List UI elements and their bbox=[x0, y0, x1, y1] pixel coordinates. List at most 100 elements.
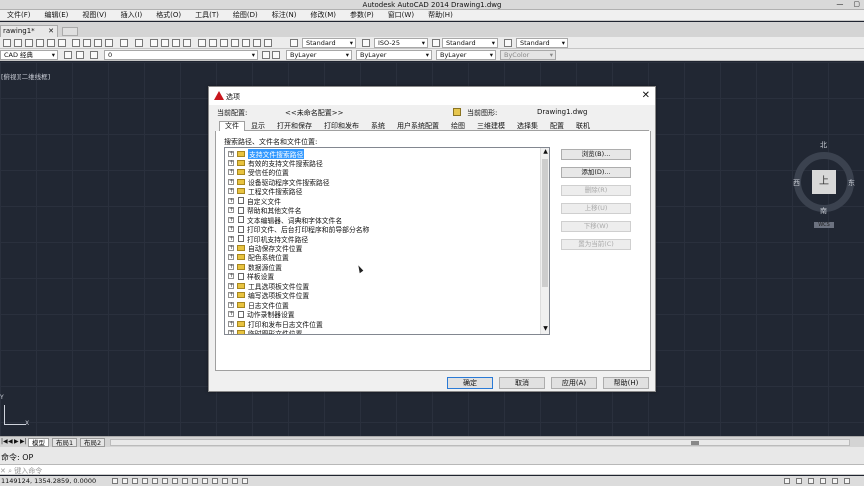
expand-icon[interactable]: + bbox=[228, 245, 234, 251]
tab-3d-modeling[interactable]: 三维建模 bbox=[471, 121, 511, 131]
tree-item[interactable]: + 动作录制器设置 bbox=[225, 310, 541, 319]
expand-icon[interactable]: + bbox=[228, 320, 234, 327]
viewcube-top-face[interactable]: 上 bbox=[812, 170, 836, 194]
expand-icon[interactable]: + bbox=[228, 254, 234, 261]
multileader-style-dropdown[interactable]: Standard ▾ bbox=[516, 38, 568, 48]
document-tab[interactable]: rawing1* ✕ bbox=[0, 25, 58, 37]
tab-model[interactable]: 模型 bbox=[28, 438, 49, 447]
selection-cycling-icon[interactable] bbox=[242, 478, 248, 484]
tree-item[interactable]: + 编写选项板文件位置 bbox=[225, 291, 541, 300]
expand-icon[interactable]: + bbox=[228, 273, 234, 280]
paste-icon[interactable] bbox=[94, 39, 102, 47]
cut-icon[interactable] bbox=[72, 39, 80, 47]
help-icon[interactable] bbox=[264, 39, 272, 47]
expand-icon[interactable]: + bbox=[228, 226, 234, 233]
design-center-icon[interactable] bbox=[209, 39, 217, 47]
expand-icon[interactable]: + bbox=[228, 216, 234, 223]
tab-drafting[interactable]: 绘图 bbox=[445, 121, 471, 131]
expand-icon[interactable]: + bbox=[228, 263, 234, 270]
quick-properties-icon[interactable] bbox=[232, 478, 238, 484]
grid-icon[interactable] bbox=[132, 478, 138, 484]
cancel-button[interactable]: 取消 bbox=[499, 377, 545, 389]
last-layout-button[interactable]: ▶| bbox=[20, 438, 27, 445]
tab-plot-publish[interactable]: 打印和发布 bbox=[318, 121, 365, 131]
coordinates-readout[interactable]: 1149124, 1354.2859, 0.0000 bbox=[1, 477, 96, 485]
expand-icon[interactable]: + bbox=[228, 150, 234, 157]
save-icon[interactable] bbox=[25, 39, 33, 47]
next-layout-button[interactable]: ▶ bbox=[14, 438, 19, 445]
tree-item[interactable]: + 打印机支持文件路径 bbox=[225, 234, 541, 244]
tree-item[interactable]: + 样板设置 bbox=[225, 272, 541, 281]
tree-item[interactable]: + 打印和发布日志文件位置 bbox=[225, 319, 541, 329]
tree-item[interactable]: + 打印文件、后台打印程序和前导部分名称 bbox=[225, 225, 541, 234]
plot-icon[interactable] bbox=[36, 39, 44, 47]
expand-icon[interactable]: + bbox=[228, 301, 234, 308]
expand-icon[interactable]: + bbox=[228, 330, 234, 334]
tab-selection[interactable]: 选择集 bbox=[511, 121, 544, 131]
table-style-dropdown[interactable]: Standard ▾ bbox=[442, 38, 498, 48]
osnap-icon[interactable] bbox=[162, 478, 168, 484]
otrack-icon[interactable] bbox=[182, 478, 188, 484]
scroll-thumb[interactable] bbox=[691, 441, 699, 445]
viewcube[interactable]: 上 北 南 东 西 WCS bbox=[786, 140, 862, 228]
tree-item[interactable]: + 工具选项板文件位置 bbox=[225, 281, 541, 291]
tree-item[interactable]: + 配色系统位置 bbox=[225, 253, 541, 262]
menu-edit[interactable]: 编辑(E) bbox=[38, 10, 76, 20]
menu-view[interactable]: 视图(V) bbox=[75, 10, 113, 20]
scroll-up-icon[interactable]: ▲ bbox=[541, 148, 549, 157]
workspace-switch-icon[interactable] bbox=[796, 478, 802, 484]
expand-icon[interactable]: + bbox=[228, 169, 234, 176]
tree-item[interactable]: + 受信任的位置 bbox=[225, 168, 541, 177]
color-dropdown[interactable]: ByLayer ▾ bbox=[286, 50, 352, 60]
new-tab-button[interactable] bbox=[62, 27, 78, 36]
settings-icon[interactable] bbox=[64, 51, 72, 59]
open-icon[interactable] bbox=[14, 39, 22, 47]
apply-button[interactable]: 应用(A) bbox=[551, 377, 597, 389]
expand-icon[interactable]: + bbox=[228, 188, 234, 195]
tree-item[interactable]: + 帮助和其他文件名 bbox=[225, 206, 541, 215]
quickcalc-icon[interactable] bbox=[253, 39, 261, 47]
dialog-close-button[interactable]: ✕ bbox=[642, 90, 650, 101]
tab-layout2[interactable]: 布局2 bbox=[80, 438, 106, 447]
expand-icon[interactable]: + bbox=[228, 235, 234, 242]
add-button[interactable]: 添加(D)... bbox=[561, 167, 631, 178]
tree-item[interactable]: + 数据源位置 bbox=[225, 262, 541, 272]
menu-file[interactable]: 文件(F) bbox=[0, 10, 38, 20]
tree-item[interactable]: + 临时图形文件位置 bbox=[225, 329, 541, 334]
ducs-icon[interactable] bbox=[192, 478, 198, 484]
menu-format[interactable]: 格式(O) bbox=[149, 10, 188, 20]
menu-draw[interactable]: 绘图(D) bbox=[226, 10, 265, 20]
tab-display[interactable]: 显示 bbox=[245, 121, 271, 131]
wcs-menu[interactable]: WCS bbox=[814, 222, 834, 228]
viewport-label[interactable]: [俯视][二维线框] bbox=[1, 71, 50, 81]
expand-icon[interactable]: + bbox=[228, 178, 234, 185]
isolate-objects-icon[interactable] bbox=[832, 478, 838, 484]
tree-item[interactable]: + 自动保存文件位置 bbox=[225, 244, 541, 253]
tree-item[interactable]: + 自定义文件 bbox=[225, 196, 541, 206]
new-icon[interactable] bbox=[3, 39, 11, 47]
3d-osnap-icon[interactable] bbox=[172, 478, 178, 484]
layer-properties-icon[interactable] bbox=[90, 51, 98, 59]
pan-icon[interactable] bbox=[150, 39, 158, 47]
lineweight-dropdown[interactable]: ByLayer ▾ bbox=[436, 50, 496, 60]
horizontal-scrollbar[interactable] bbox=[110, 439, 850, 446]
zoom-previous-icon[interactable] bbox=[183, 39, 191, 47]
markup-icon[interactable] bbox=[242, 39, 250, 47]
menu-parametric[interactable]: 参数(P) bbox=[343, 10, 381, 20]
polar-icon[interactable] bbox=[152, 478, 158, 484]
plotstyle-dropdown[interactable]: ByColor ▾ bbox=[500, 50, 556, 60]
menu-modify[interactable]: 修改(M) bbox=[303, 10, 343, 20]
tree-item[interactable]: + 有效的支持文件搜索路径 bbox=[225, 158, 541, 168]
lock-icon[interactable] bbox=[808, 478, 814, 484]
help-button[interactable]: 帮助(H) bbox=[603, 377, 649, 389]
expand-icon[interactable]: + bbox=[228, 207, 234, 214]
transparency-icon[interactable] bbox=[222, 478, 228, 484]
properties-icon[interactable] bbox=[198, 39, 206, 47]
dim-style-dropdown[interactable]: ISO-25 ▾ bbox=[374, 38, 428, 48]
snap-icon[interactable] bbox=[122, 478, 128, 484]
expand-icon[interactable]: + bbox=[228, 197, 234, 204]
file-path-tree[interactable]: ▲ ▼ + 支持文件搜索路径 + 有效的支持文件搜索路径 + 受信任的位置 + 设备驱动程序文… bbox=[224, 147, 550, 335]
tree-item[interactable]: + 支持文件搜索路径 bbox=[225, 148, 541, 159]
workspace-icon[interactable] bbox=[76, 51, 84, 59]
text-style-dropdown[interactable]: Standard ▾ bbox=[302, 38, 356, 48]
